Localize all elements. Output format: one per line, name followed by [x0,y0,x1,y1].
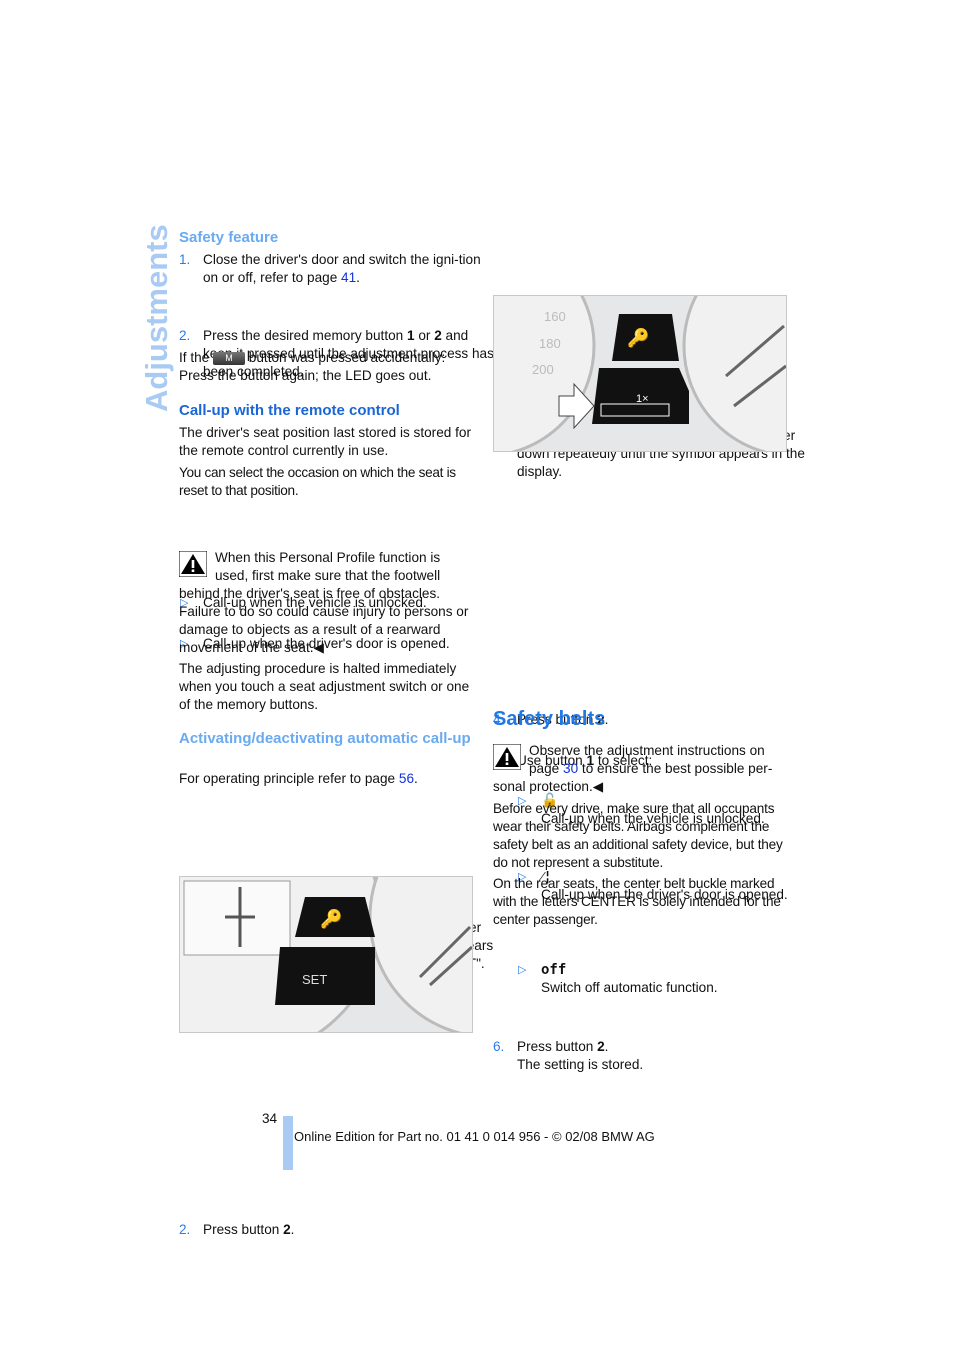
page-link[interactable]: 56 [399,771,414,786]
heading-safety-feature: Safety feature [179,229,279,246]
step-1: 1. Close the driver's door and switch the… [179,252,481,285]
svg-text:1×: 1× [636,393,649,405]
para: For operating principle refer to page 56… [179,770,471,788]
text-run: 2 [434,328,442,343]
text-run: . [290,1222,295,1237]
heading-safety-belts: Safety belts [493,708,606,730]
svg-text:🔑: 🔑 [320,908,342,930]
footer-text: Online Edition for Part no. 01 41 0 014 … [294,1129,655,1144]
text-run: Press button [517,1039,598,1054]
text-run: 1 [407,328,415,343]
para: The adjusting procedure is halted immedi… [179,661,470,712]
text-run: For operating principle refer to page [179,771,399,786]
text-run: Press button [203,1222,284,1237]
page-link[interactable]: 41 [341,270,356,285]
text-run: . [414,771,418,786]
figure-set-display: 🔑 SET [179,876,473,1033]
page-link[interactable]: 30 [563,761,578,776]
heading-activating: Activating/deactivating automatic call-u… [179,730,471,747]
page-number: 34 [262,1111,278,1126]
warning-note: Observe the adjustment instructions on p… [493,742,785,796]
step-2: 2. Press button 2. [179,1222,295,1237]
heading-remote: Call-up with the remote control [179,402,400,419]
section-tab: Adjustments [139,224,174,412]
text-run: . [356,270,360,285]
warning-note: When this Personal Profile function is u… [179,550,469,655]
m-button-icon: M [213,351,246,365]
svg-text:160: 160 [544,309,566,324]
text-run: . [604,1039,609,1054]
svg-text:200: 200 [532,362,554,377]
footer-bar [283,1116,293,1170]
text-run: or [414,328,435,343]
text-run: 2 [283,1222,291,1237]
figure-display: 160 180 200 🔑 1× [493,295,787,452]
set-label: SET [302,972,327,987]
manual-page: Adjustments Safety feature 1. Close the d… [0,0,954,1350]
text-run: Press the desired memory button [203,328,407,343]
para: Before every drive, make sure that all o… [493,801,783,870]
para: On the rear seats, the center belt buckl… [493,876,781,927]
option-off: ▷ off Switch off automatic function. [518,962,718,995]
text-run: 2 [597,1039,605,1054]
svg-text:180: 180 [539,336,561,351]
warning-icon [493,744,521,770]
para: You can select the occasion on which the… [179,465,456,498]
note-m-button: If the M button was pressed accidentally… [179,350,446,383]
svg-text:🔑: 🔑 [627,327,649,349]
step-6: 6. Press button 2. The setting is stored. [493,1039,644,1072]
triangle-icon: ▷ [518,964,527,976]
warning-icon [179,551,207,577]
para: The driver's seat position last stored i… [179,425,471,458]
